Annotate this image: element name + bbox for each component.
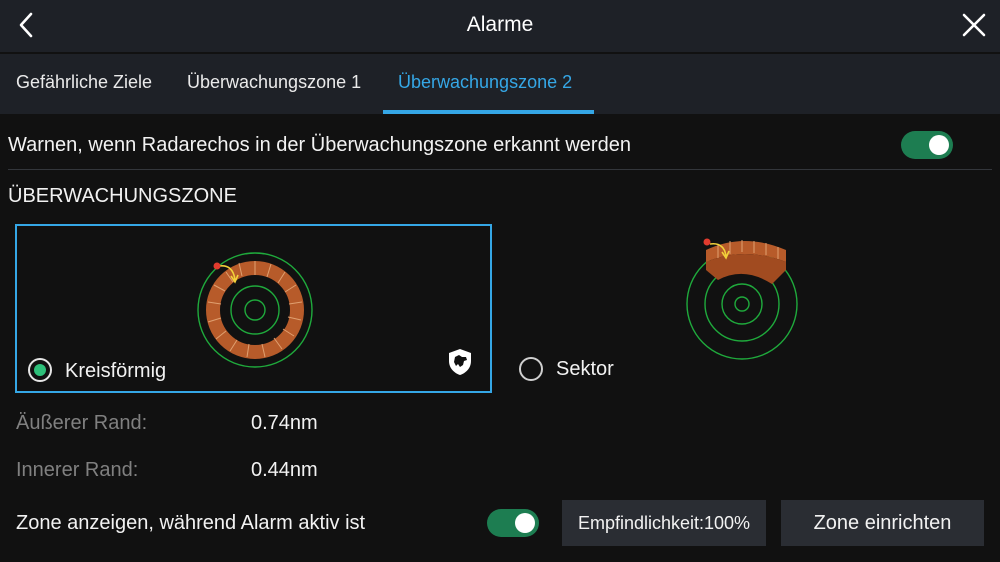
page-title: Alarme: [466, 13, 534, 36]
tab-dangerous-targets[interactable]: Gefährliche Ziele: [16, 72, 152, 93]
toggle-knob: [515, 513, 535, 533]
inner-edge-label: Innerer Rand:: [16, 459, 139, 481]
outer-edge-value[interactable]: 0.74nm: [251, 412, 318, 435]
divider: [8, 169, 992, 170]
show-zone-toggle-switch[interactable]: [487, 509, 539, 537]
sector-zone-illustration: [686, 238, 798, 360]
radio-sector[interactable]: [519, 357, 543, 381]
section-title: ÜBERWACHUNGSZONE: [8, 185, 237, 207]
sector-option-label: Sektor: [556, 358, 614, 380]
radio-selected-dot: [34, 364, 46, 376]
setup-zone-button[interactable]: Zone einrichten: [781, 500, 984, 546]
guard-dog-icon: [449, 349, 471, 375]
tab-guard-zone-2[interactable]: Überwachungszone 2: [398, 72, 572, 93]
outer-edge-label: Äußerer Rand:: [16, 412, 148, 434]
circular-zone-illustration: [197, 252, 313, 368]
circular-option-label: Kreisförmig: [65, 360, 167, 382]
title-bar: Alarme: [0, 0, 1000, 52]
tab-bar: Gefährliche Ziele Überwachungszone 1 Übe…: [0, 54, 1000, 114]
tab-guard-zone-1[interactable]: Überwachungszone 1: [187, 72, 361, 93]
close-icon[interactable]: [960, 11, 988, 39]
inner-edge-value[interactable]: 0.44nm: [251, 459, 318, 482]
radio-circular[interactable]: [28, 358, 52, 382]
active-tab-indicator: [383, 110, 594, 114]
alarm-toggle-switch[interactable]: [901, 131, 953, 159]
toggle-knob: [929, 135, 949, 155]
sensitivity-button[interactable]: Empfindlichkeit:100%: [562, 500, 766, 546]
alarm-toggle-label: Warnen, wenn Radarechos in der Überwachu…: [8, 134, 631, 156]
show-zone-label: Zone anzeigen, während Alarm aktiv ist: [16, 512, 366, 534]
zone-option-circular[interactable]: Kreisförmig: [15, 224, 492, 393]
